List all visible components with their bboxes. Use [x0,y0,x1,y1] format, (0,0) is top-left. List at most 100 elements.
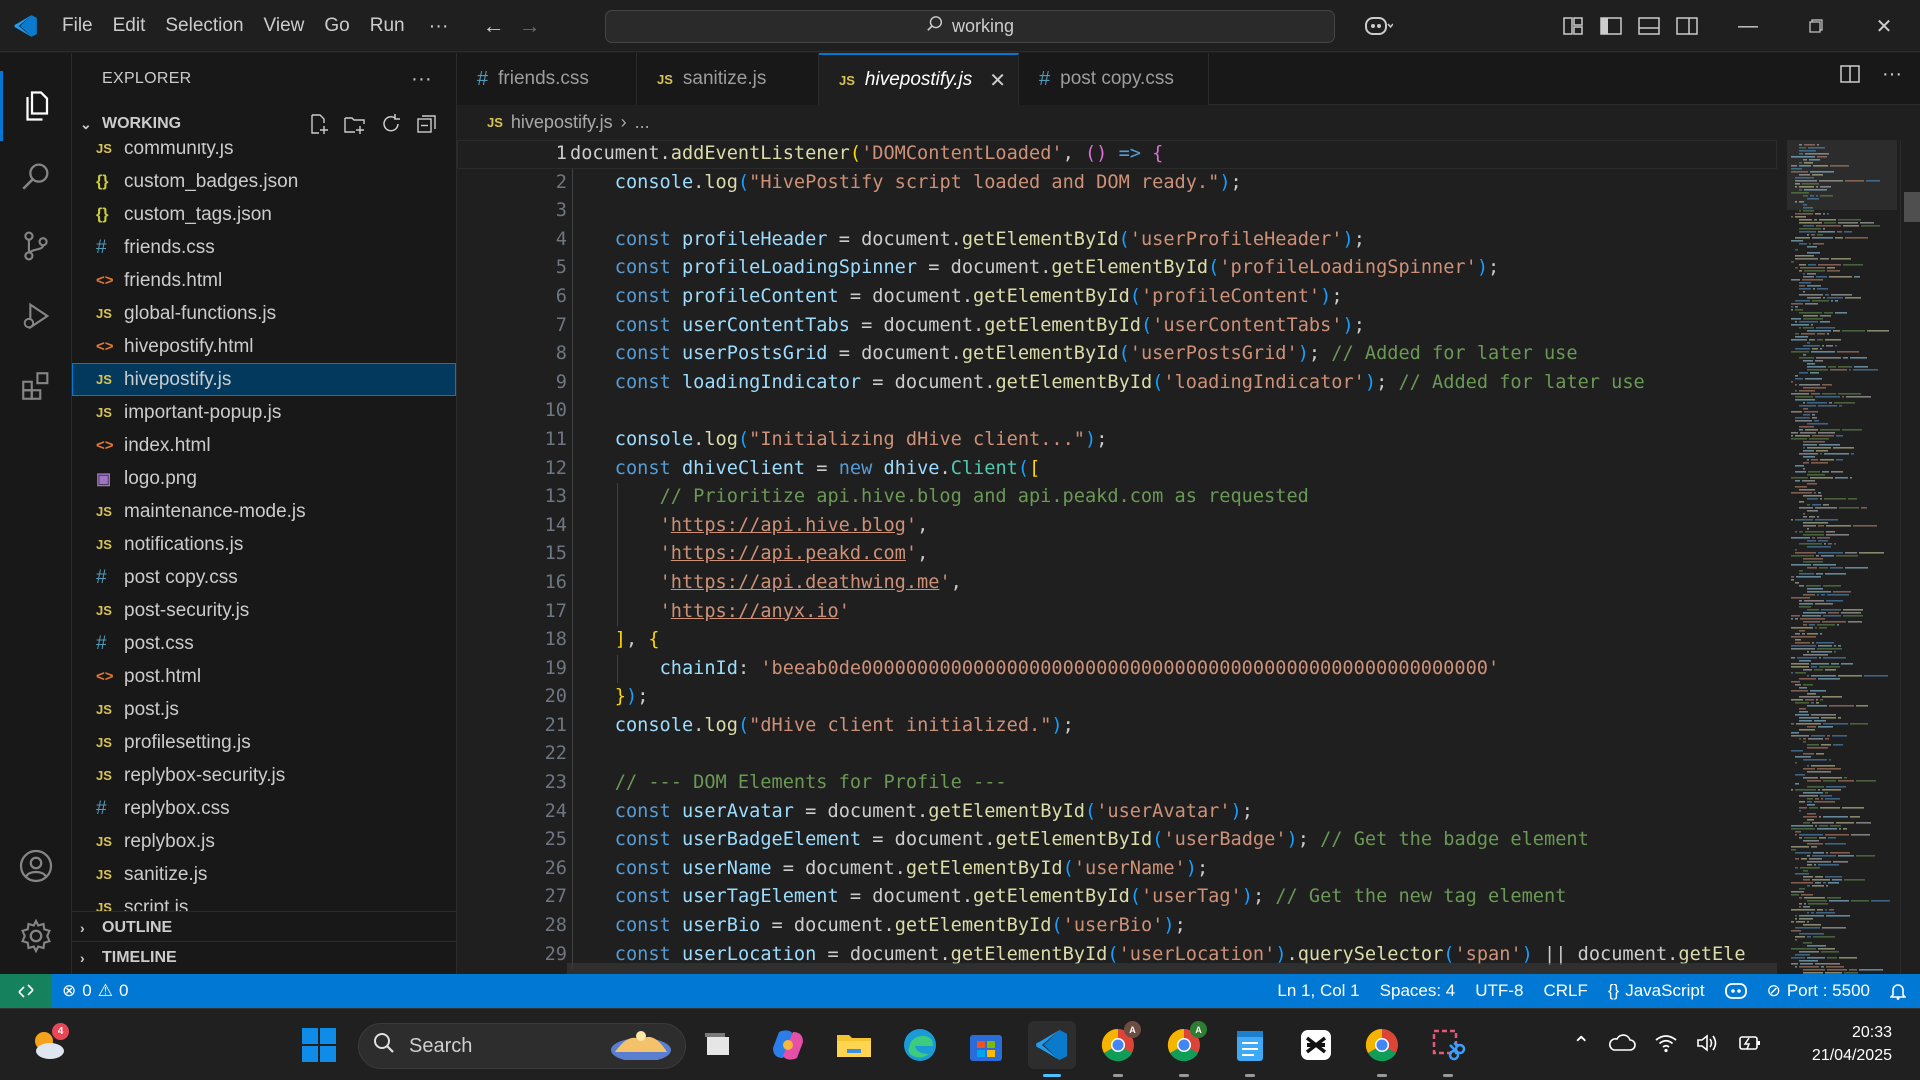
live-server-port[interactable]: ⊘ Port : 5500 [1757,981,1880,1001]
onedrive-cloud-icon[interactable] [1608,1033,1637,1057]
tab-post-copy-css[interactable]: # post copy.css [1019,53,1209,105]
chrome-profile-a-icon[interactable]: A [1094,1021,1142,1077]
horizontal-scrollbar[interactable] [567,963,1777,974]
menu-edit[interactable]: Edit [103,9,156,43]
battery-icon[interactable] [1738,1032,1762,1059]
file-item[interactable]: # post.css [72,627,456,660]
new-file-icon[interactable] [308,113,330,140]
wifi-icon[interactable] [1654,1033,1678,1058]
menu-view[interactable]: View [254,9,315,43]
file-item[interactable]: JS post-security.js [72,594,456,627]
copilot-app-icon[interactable] [764,1021,812,1069]
file-item[interactable]: JS global-functions.js [72,297,456,330]
file-item[interactable]: {} custom_badges.json [72,165,456,198]
close-tab-icon[interactable]: ✕ [989,68,1006,93]
encoding[interactable]: UTF-8 [1465,981,1533,1001]
capcut-icon[interactable] [1292,1021,1340,1069]
file-item[interactable]: JS replybox-security.js [72,759,456,792]
refresh-icon[interactable] [380,113,402,140]
file-item[interactable]: JS replybox.js [72,825,456,858]
run-debug-icon[interactable] [0,281,72,351]
task-view-icon[interactable] [695,1021,743,1069]
notepad-icon[interactable] [1226,1021,1274,1077]
copilot-status-icon[interactable] [1715,983,1757,999]
file-item[interactable]: # friends.css [72,231,456,264]
file-item[interactable]: JS hivepostify.js [72,363,456,396]
vscode-taskbar-icon[interactable] [1028,1021,1076,1077]
edge-browser-icon[interactable] [896,1021,944,1069]
minimize-icon[interactable]: — [1714,0,1782,52]
taskbar-search[interactable]: Search [358,1023,686,1069]
command-center[interactable]: working [605,10,1335,43]
file-item[interactable]: JS script.js [72,891,456,912]
start-button-icon[interactable] [295,1021,343,1069]
file-item[interactable]: JS notifications.js [72,528,456,561]
menu-file[interactable]: File [52,9,103,43]
close-window-icon[interactable]: ✕ [1850,0,1918,52]
file-explorer-icon[interactable] [830,1021,878,1069]
file-item[interactable]: # post copy.css [72,561,456,594]
toggle-secondary-sidebar-icon[interactable] [1668,0,1706,52]
taskbar-clock[interactable]: 20:33 21/04/2025 [1812,1021,1892,1067]
menu-run[interactable]: Run [360,9,415,43]
customize-layout-icon[interactable] [1554,0,1592,52]
workspace-folder-header[interactable]: ⌄ WORKING [72,105,456,143]
tab-sanitize-js[interactable]: JS sanitize.js [637,53,819,105]
menu-selection[interactable]: Selection [155,9,253,43]
notifications-bell-icon[interactable] [1880,982,1920,1000]
problems-indicator[interactable]: ⊗ 0 ⚠ 0 [52,981,138,1001]
tab-friends-css[interactable]: # friends.css [457,53,637,105]
extensions-icon[interactable] [0,351,72,421]
volume-icon[interactable] [1696,1033,1720,1058]
scrollbar-thumb[interactable] [1904,192,1920,222]
timeline-section[interactable]: › TIMELINE [72,941,456,974]
accounts-icon[interactable] [0,831,72,901]
snipping-tool-icon[interactable] [1424,1021,1472,1077]
file-item[interactable]: JS important-popup.js [72,396,456,429]
new-folder-icon[interactable] [344,113,366,140]
copilot-icon[interactable] [1352,0,1404,52]
editor-more-icon[interactable]: ··· [1882,64,1902,88]
forward-arrow-icon[interactable]: → [519,13,541,39]
chrome-profile-b-icon[interactable]: A [1160,1021,1208,1077]
more-menu-icon[interactable]: ··· [415,9,463,43]
menu-go[interactable]: Go [314,9,359,43]
explorer-icon[interactable] [0,71,72,141]
breadcrumb-file[interactable]: hivepostify.js [511,112,613,133]
indentation[interactable]: Spaces: 4 [1370,981,1466,1001]
settings-gear-icon[interactable] [0,901,72,971]
source-control-icon[interactable] [0,211,72,281]
outline-section[interactable]: › OUTLINE [72,911,456,944]
file-item[interactable]: JS profilesetting.js [72,726,456,759]
explorer-more-icon[interactable]: ··· [411,68,432,91]
chrome-browser-icon[interactable] [1358,1021,1406,1077]
show-hidden-icons-chevron-icon[interactable]: ⌃ [1572,1032,1590,1058]
cursor-position[interactable]: Ln 1, Col 1 [1267,981,1369,1001]
remote-indicator-icon[interactable] [0,974,52,1008]
minimap[interactable] [1787,140,1897,974]
file-item[interactable]: JS maintenance-mode.js [72,495,456,528]
file-item[interactable]: <> index.html [72,429,456,462]
file-item[interactable]: # replybox.css [72,792,456,825]
microsoft-store-icon[interactable] [962,1021,1010,1069]
file-item[interactable]: JS sanitize.js [72,858,456,891]
file-item[interactable]: {} custom_tags.json [72,198,456,231]
toggle-primary-sidebar-icon[interactable] [1592,0,1630,52]
collapse-all-icon[interactable] [416,113,438,140]
back-arrow-icon[interactable]: ← [483,13,505,39]
tab-hivepostify-js[interactable]: JS hivepostify.js ✕ [819,53,1019,105]
file-item[interactable]: JS post.js [72,693,456,726]
weather-widget-icon[interactable]: 4 [24,1021,72,1069]
file-item[interactable]: <> hivepostify.html [72,330,456,363]
language-mode[interactable]: {} JavaScript [1598,981,1715,1001]
breadcrumb-symbol[interactable]: ... [635,112,650,133]
code-editor[interactable]: 1 document.addEventListener('DOMContentLo… [457,140,1777,974]
toggle-panel-icon[interactable] [1630,0,1668,52]
file-item[interactable]: <> friends.html [72,264,456,297]
file-item[interactable]: <> post.html [72,660,456,693]
file-item[interactable]: ▣ logo.png [72,462,456,495]
end-of-line[interactable]: CRLF [1533,981,1597,1001]
search-view-icon[interactable] [0,141,72,211]
vertical-scrollbar[interactable] [1900,140,1920,974]
split-editor-icon[interactable] [1840,65,1860,88]
